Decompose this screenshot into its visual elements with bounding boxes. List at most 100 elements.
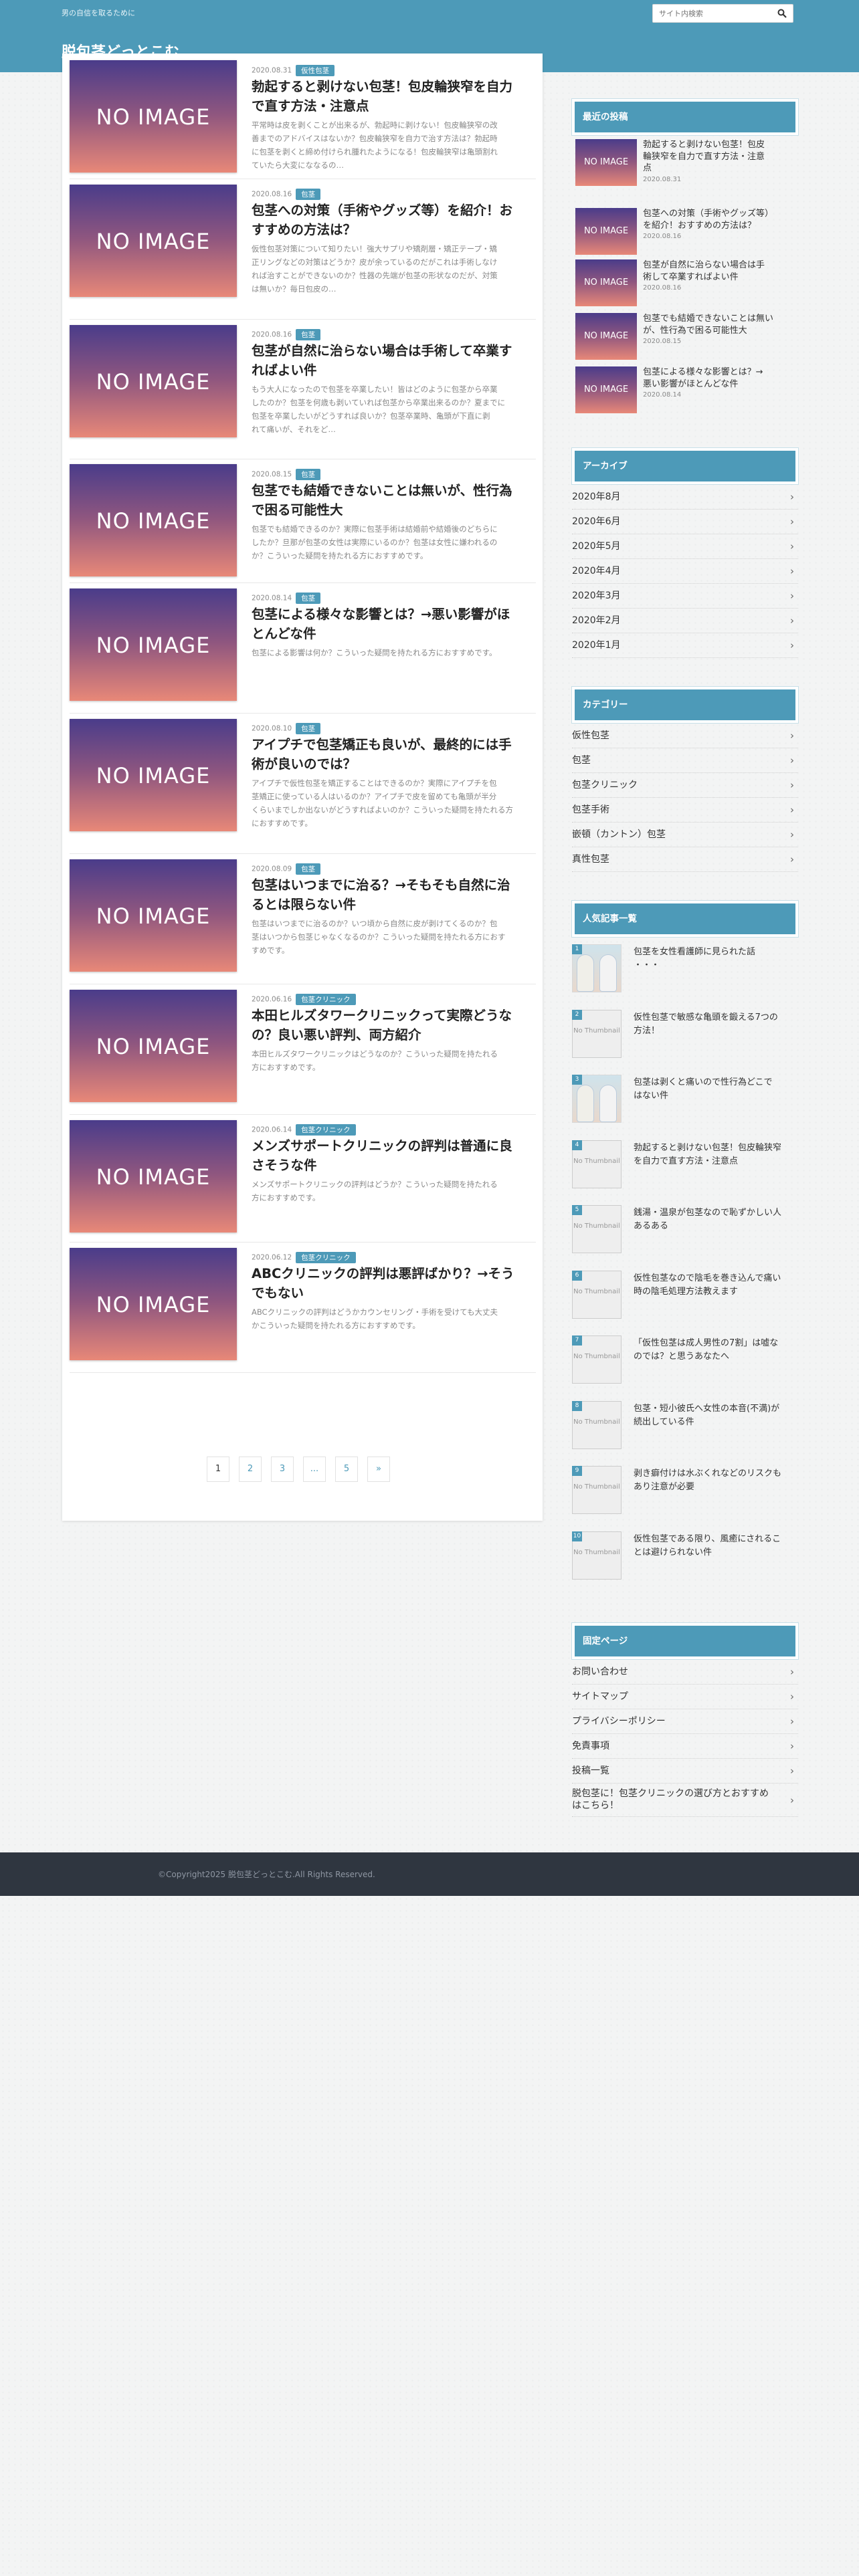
recent-post-title[interactable]: 包茎による様々な影響とは？→ [643, 366, 797, 379]
recent-post-item[interactable]: NO IMAGE 包茎への対策（手術やグッズ等） を紹介！おすすめの方法は？ 2020… [572, 208, 798, 257]
post-category-badge[interactable]: 包茎 [296, 863, 321, 875]
archive-link[interactable]: 2020年6月 › [572, 510, 798, 534]
post-title[interactable]: 術が良いのでは？ [252, 754, 536, 774]
category-link[interactable]: 真性包茎 › [572, 847, 798, 872]
post-title[interactable]: 包茎でも結婚できないことは無いが、性行為 [252, 481, 536, 500]
post-category-badge[interactable]: 包茎 [296, 469, 321, 480]
post-title[interactable]: で困る可能性大 [252, 500, 536, 520]
recent-post-title[interactable]: 包茎でも結婚できないことは無い [643, 313, 797, 325]
popular-post-item[interactable]: 9 No Thumbnail 剥き癖付けは水ぶくれなどのリスクも あり注意が必要 [572, 1466, 798, 1519]
archive-link[interactable]: 2020年3月 › [572, 584, 798, 609]
recent-post-thumbnail[interactable]: NO IMAGE [575, 208, 637, 255]
popular-post-title[interactable]: あり注意が必要 [634, 1481, 797, 1494]
post-title[interactable]: 勃起すると剥けない包茎！包皮輪狭窄を自力 [252, 77, 536, 96]
post-category-badge[interactable]: 包茎 [296, 189, 321, 200]
post-item[interactable]: NO IMAGE 2020.08.09 包茎 包茎はいつまでに治る？→そもそも自然に治… [70, 854, 536, 984]
archive-link[interactable]: 2020年8月 › [572, 485, 798, 510]
post-thumbnail[interactable]: NO IMAGE [70, 464, 237, 576]
popular-post-title[interactable]: 勃起すると剥けない包茎！包皮輪狭窄 [634, 1142, 797, 1155]
post-thumbnail[interactable]: NO IMAGE [70, 588, 237, 701]
post-thumbnail[interactable]: NO IMAGE [70, 1248, 237, 1360]
popular-post-item[interactable]: 4 No Thumbnail 勃起すると剥けない包茎！包皮輪狭窄 を自力で直す方法・注… [572, 1140, 798, 1194]
popular-post-title[interactable]: のでは？と思うあなたへ [634, 1350, 797, 1364]
popular-post-title[interactable]: 包茎は剥くと痛いので性行為どこで [634, 1076, 797, 1089]
fixed-page-link[interactable]: 脱包茎に！包茎クリニックの選び方とおすすめ はこちら！ › [572, 1784, 798, 1817]
popular-post-title[interactable]: 仮性包茎で敏感な亀頭を鍛える7つの [634, 1011, 797, 1025]
recent-post-item[interactable]: NO IMAGE 勃起すると剥けない包茎！包皮 輪狭窄を自力で直す方法・注意点 202… [572, 139, 798, 189]
popular-post-title[interactable]: あるある [634, 1220, 797, 1233]
recent-post-title[interactable]: を紹介！おすすめの方法は？ [643, 220, 797, 232]
recent-post-title[interactable]: 輪狭窄を自力で直す方法・注意 [643, 151, 797, 163]
post-item[interactable]: NO IMAGE 2020.08.14 包茎 包茎による様々な影響とは？→悪い影響がほ… [70, 583, 536, 714]
category-link[interactable]: 包茎手術 › [572, 798, 798, 823]
archive-link[interactable]: 2020年5月 › [572, 534, 798, 559]
post-thumbnail[interactable]: NO IMAGE [70, 990, 237, 1102]
pagination-link[interactable]: 3 [271, 1457, 294, 1482]
post-item[interactable]: NO IMAGE 2020.06.14 包茎クリニック メンズサポートクリニックの評判… [70, 1115, 536, 1243]
recent-post-item[interactable]: NO IMAGE 包茎が自然に治らない場合は手 術して卒業すればよい件 2020.08… [572, 259, 798, 309]
post-item[interactable]: NO IMAGE 2020.08.31 仮性包茎 勃起すると剥けない包茎！包皮輪狭窄を… [70, 56, 536, 179]
recent-post-title[interactable]: 包茎が自然に治らない場合は手 [643, 259, 797, 272]
post-thumbnail[interactable]: NO IMAGE [70, 1120, 237, 1232]
category-link[interactable]: 包茎 › [572, 748, 798, 773]
post-title[interactable]: さそうな件 [252, 1156, 536, 1175]
popular-post-title[interactable]: 方法！ [634, 1025, 797, 1038]
popular-post-title[interactable]: はない件 [634, 1089, 797, 1103]
popular-post-title[interactable]: 仮性包茎である限り、風癒にされるこ [634, 1533, 797, 1546]
category-link[interactable]: 嵌頓（カントン）包茎 › [572, 823, 798, 847]
popular-post-title[interactable]: 仮性包茎なので陰毛を巻き込んで痛い [634, 1272, 797, 1285]
fixed-page-link[interactable]: 投稿一覧 › [572, 1759, 798, 1784]
popular-post-title[interactable]: 包茎を女性看護師に見られた話 [634, 946, 797, 959]
pagination-link[interactable]: » [367, 1457, 390, 1482]
popular-post-item[interactable]: 2 No Thumbnail 仮性包茎で敏感な亀頭を鍛える7つの 方法！ [572, 1009, 798, 1063]
post-thumbnail[interactable]: NO IMAGE [70, 60, 237, 173]
popular-post-item[interactable]: 1 包茎を女性看護師に見られた話 ・・・ [572, 944, 798, 998]
post-title[interactable]: すすめの方法は？ [252, 220, 536, 239]
post-title[interactable]: でもない [252, 1283, 536, 1303]
archive-link[interactable]: 2020年2月 › [572, 609, 798, 633]
archive-link[interactable]: 2020年1月 › [572, 633, 798, 658]
popular-post-title[interactable]: ・・・ [634, 959, 797, 972]
popular-post-item[interactable]: 7 No Thumbnail 「仮性包茎は成人男性の7割」は嘘な のでは？と思うあなた… [572, 1335, 798, 1389]
popular-post-item[interactable]: 10 No Thumbnail 仮性包茎である限り、風癒にされるこ とは避けられない件 [572, 1531, 798, 1585]
post-title[interactable]: ABCクリニックの評判は悪評ばかり？→そう [252, 1264, 536, 1283]
recent-post-thumbnail[interactable]: NO IMAGE [575, 366, 637, 413]
fixed-page-link[interactable]: 免責事項 › [572, 1734, 798, 1759]
popular-post-item[interactable]: 3 包茎は剥くと痛いので性行為どこで はない件 [572, 1075, 798, 1128]
popular-post-item[interactable]: 8 No Thumbnail 包茎・短小彼氏へ女性の本音(不満)が 続出している件 [572, 1400, 798, 1455]
post-category-badge[interactable]: 仮性包茎 [296, 65, 335, 76]
popular-post-title[interactable]: 続出している件 [634, 1416, 797, 1429]
post-item[interactable]: NO IMAGE 2020.08.10 包茎 アイプチで包茎矯正も良いが、最終的には手… [70, 714, 536, 854]
search-icon[interactable] [777, 9, 787, 18]
popular-post-title[interactable]: を自力で直す方法・注意点 [634, 1155, 797, 1168]
category-link[interactable]: 仮性包茎 › [572, 724, 798, 748]
post-title[interactable]: 包茎による様々な影響とは？→悪い影響がほ [252, 605, 536, 624]
post-title[interactable]: の？良い悪い評判、両方紹介 [252, 1025, 536, 1045]
post-thumbnail[interactable]: NO IMAGE [70, 325, 237, 437]
post-item[interactable]: NO IMAGE 2020.08.15 包茎 包茎でも結婚できないことは無いが、性行為… [70, 459, 536, 583]
popular-post-title[interactable]: 銭湯・温泉が包茎なので恥ずかしい人 [634, 1206, 797, 1220]
recent-post-title[interactable]: 勃起すると剥けない包茎！包皮 [643, 139, 797, 151]
recent-post-title[interactable]: 包茎への対策（手術やグッズ等） [643, 208, 797, 220]
post-title[interactable]: とんどな件 [252, 624, 536, 643]
post-title[interactable]: 包茎はいつまでに治る？→そもそも自然に治 [252, 875, 536, 895]
post-category-badge[interactable]: 包茎 [296, 723, 321, 734]
popular-post-title[interactable]: とは避けられない件 [634, 1546, 797, 1560]
popular-post-title[interactable]: 時の陰毛処理方法教えます [634, 1285, 797, 1299]
recent-post-title[interactable]: 悪い影響がほとんどな件 [643, 379, 797, 391]
category-link[interactable]: 包茎クリニック › [572, 773, 798, 798]
post-title[interactable]: るとは限らない件 [252, 895, 536, 914]
recent-post-item[interactable]: NO IMAGE 包茎による様々な影響とは？→ 悪い影響がほとんどな件 2020.08… [572, 366, 798, 416]
pagination-link[interactable]: 1 [207, 1457, 229, 1482]
post-thumbnail[interactable]: NO IMAGE [70, 859, 237, 972]
post-title[interactable]: 本田ヒルズタワークリニックって実際どうな [252, 1006, 536, 1025]
post-category-badge[interactable]: 包茎 [296, 593, 321, 604]
archive-link[interactable]: 2020年4月 › [572, 559, 798, 584]
recent-post-thumbnail[interactable]: NO IMAGE [575, 313, 637, 360]
recent-post-thumbnail[interactable]: NO IMAGE [575, 139, 637, 186]
recent-post-thumbnail[interactable]: NO IMAGE [575, 259, 637, 306]
post-title[interactable]: アイプチで包茎矯正も良いが、最終的には手 [252, 735, 536, 754]
recent-post-title[interactable]: 術して卒業すればよい件 [643, 272, 797, 284]
post-thumbnail[interactable]: NO IMAGE [70, 719, 237, 831]
post-item[interactable]: NO IMAGE 2020.06.12 包茎クリニック ABCクリニックの評判は悪評ば… [70, 1243, 536, 1373]
